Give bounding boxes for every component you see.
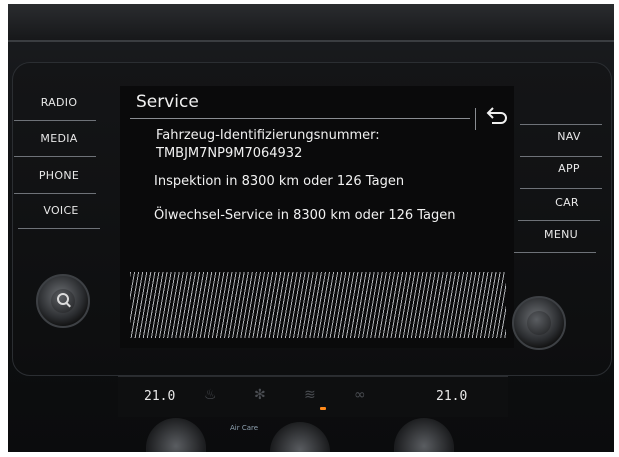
- right-climate-knob-icon[interactable]: [394, 418, 454, 452]
- divider: [18, 228, 100, 229]
- radio-button[interactable]: RADIO: [20, 96, 98, 109]
- media-button[interactable]: MEDIA: [20, 132, 98, 145]
- phone-button[interactable]: PHONE: [20, 169, 98, 182]
- left-climate-knob-icon[interactable]: [146, 418, 206, 452]
- divider: [14, 120, 96, 121]
- center-climate-knob-icon[interactable]: [270, 422, 330, 452]
- fan-icon[interactable]: ✻: [254, 387, 266, 403]
- knob-cap: [51, 289, 75, 313]
- decorative-background-pattern: [130, 272, 506, 338]
- recirculation-icon[interactable]: ∞: [354, 387, 366, 403]
- volume-knob-icon[interactable]: [36, 274, 90, 328]
- divider: [520, 188, 602, 189]
- app-button[interactable]: APP: [530, 162, 608, 175]
- divider: [514, 252, 596, 253]
- back-separator: [475, 108, 476, 130]
- nav-button[interactable]: NAV: [530, 130, 608, 143]
- oil-service-status: Ölwechsel-Service in 8300 km oder 126 Ta…: [154, 208, 456, 223]
- power-icon-tail: [66, 302, 71, 308]
- vin-label: Fahrzeug-Identifizierungsnummer:: [156, 128, 380, 143]
- divider: [518, 220, 600, 221]
- air-care-label: Air Care: [230, 424, 259, 432]
- right-temperature: 21.0: [436, 389, 468, 404]
- voice-button[interactable]: VOICE: [22, 204, 100, 217]
- seat-heat-icon[interactable]: ♨: [204, 387, 217, 403]
- inspection-status: Inspektion in 8300 km oder 126 Tagen: [154, 174, 405, 189]
- car-dashboard: RADIO MEDIA PHONE VOICE NAV APP CAR MENU…: [8, 4, 614, 452]
- divider: [14, 156, 96, 157]
- vin-value: TMBJM7NP9M7064932: [156, 146, 303, 161]
- defrost-icon[interactable]: ≋: [304, 387, 316, 403]
- indicator-led: [320, 407, 326, 410]
- divider: [520, 156, 602, 157]
- left-temperature: 21.0: [144, 389, 176, 404]
- tune-knob-icon[interactable]: [512, 296, 566, 350]
- divider: [520, 124, 602, 125]
- photo-frame: RADIO MEDIA PHONE VOICE NAV APP CAR MENU…: [0, 0, 619, 457]
- knob-cap: [527, 311, 551, 335]
- infotainment-screen: Service Fahrzeug-Identifizierungsnummer:…: [120, 86, 514, 348]
- page-title: Service: [136, 92, 199, 112]
- climate-panel: 21.0 ♨ ✻ ≋ ∞ 21.0: [118, 376, 508, 417]
- menu-button[interactable]: MENU: [522, 228, 600, 241]
- dashboard-trim: [8, 4, 614, 42]
- divider: [14, 193, 96, 194]
- back-icon[interactable]: [482, 104, 510, 130]
- car-button[interactable]: CAR: [528, 196, 606, 209]
- title-divider: [130, 118, 470, 119]
